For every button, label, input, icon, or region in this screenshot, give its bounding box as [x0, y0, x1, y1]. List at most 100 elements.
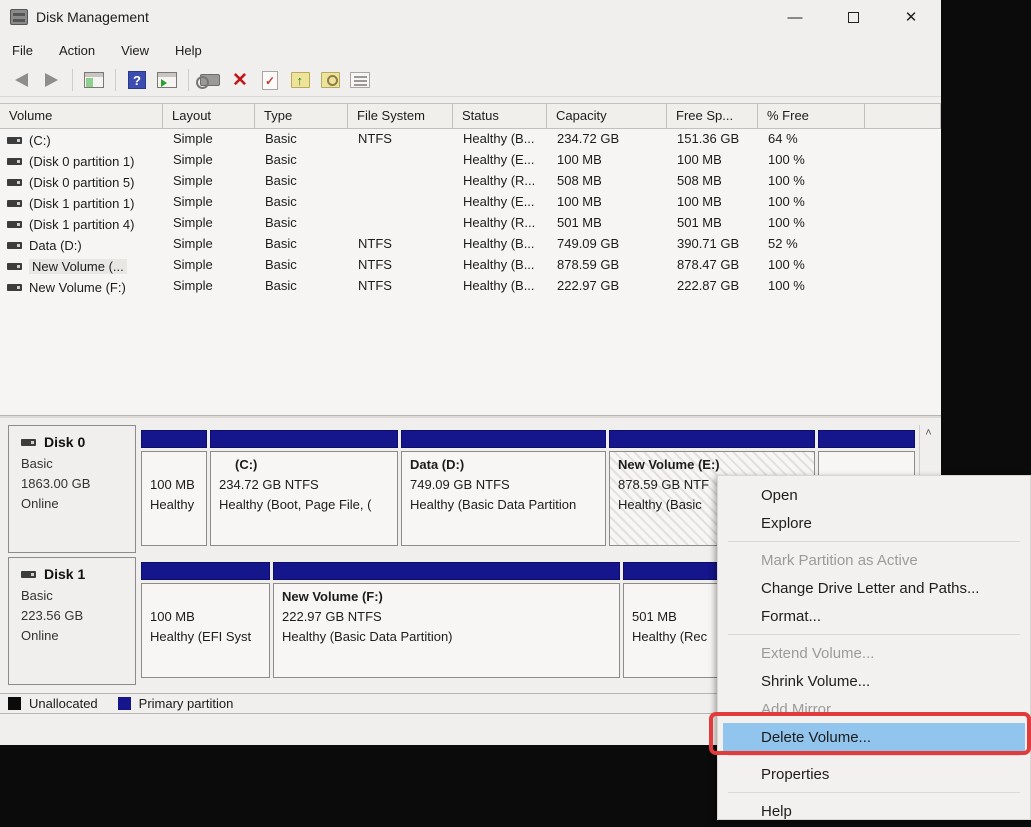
col-type[interactable]: Type — [255, 104, 348, 128]
action-pane-icon[interactable] — [155, 69, 179, 91]
volume-icon — [7, 221, 22, 228]
menu-help[interactable]: Help — [175, 40, 214, 64]
volume-name: New Volume (... — [29, 259, 127, 274]
disk0-label[interactable]: Disk 0 Basic 1863.00 GB Online — [8, 425, 136, 553]
disk0-partition-c[interactable]: (C:) 234.72 GB NTFS Healthy (Boot, Page … — [210, 430, 398, 546]
console-tree-icon[interactable] — [82, 69, 106, 91]
disk-status: Online — [21, 626, 135, 646]
volume-name: (Disk 0 partition 5) — [29, 175, 134, 190]
check-document-icon[interactable] — [258, 69, 282, 91]
col-volume[interactable]: Volume — [0, 104, 163, 128]
volume-name: New Volume (F:) — [29, 280, 126, 295]
table-row[interactable]: New Volume (F:) Simple Basic NTFS Health… — [0, 276, 941, 297]
menu-item-open[interactable]: Open — [718, 481, 1030, 509]
menu-separator — [728, 634, 1020, 635]
device-view-icon[interactable] — [198, 69, 222, 91]
menu-action[interactable]: Action — [59, 40, 107, 64]
table-row[interactable]: (Disk 1 partition 4) Simple Basic Health… — [0, 213, 941, 234]
table-row-selected[interactable]: New Volume (... Simple Basic NTFS Health… — [0, 255, 941, 276]
table-row[interactable]: Data (D:) Simple Basic NTFS Healthy (B..… — [0, 234, 941, 255]
disk-type: Basic — [21, 454, 135, 474]
maximize-button[interactable] — [830, 0, 876, 34]
disk-icon — [21, 571, 36, 578]
partition-color-bar — [818, 430, 915, 448]
volume-icon — [7, 200, 22, 207]
volume-name: (Disk 1 partition 1) — [29, 196, 134, 211]
volume-name: Data (D:) — [29, 238, 82, 253]
toolbar-separator — [72, 69, 73, 91]
menu-bar: File Action View Help — [0, 40, 941, 64]
menu-separator — [728, 792, 1020, 793]
menu-item-extend-volume: Extend Volume... — [718, 639, 1030, 667]
disk0-partition-1[interactable]: 100 MB Healthy — [141, 430, 207, 546]
partition-color-bar — [401, 430, 606, 448]
menu-item-shrink-volume[interactable]: Shrink Volume... — [718, 667, 1030, 695]
col-pct-free[interactable]: % Free — [758, 104, 865, 128]
disk-icon — [21, 439, 36, 446]
toolbar-separator — [115, 69, 116, 91]
primary-partition-label: Primary partition — [139, 696, 234, 711]
back-icon[interactable] — [9, 69, 33, 91]
col-filler — [865, 104, 941, 128]
delete-icon[interactable]: ✕ — [228, 69, 252, 91]
table-row[interactable]: (Disk 1 partition 1) Simple Basic Health… — [0, 192, 941, 213]
col-capacity[interactable]: Capacity — [547, 104, 667, 128]
menu-item-help[interactable]: Help — [718, 797, 1030, 825]
table-row[interactable]: (Disk 0 partition 5) Simple Basic Health… — [0, 171, 941, 192]
menu-item-change-drive-letter[interactable]: Change Drive Letter and Paths... — [718, 574, 1030, 602]
disk-size: 1863.00 GB — [21, 474, 135, 494]
maximize-icon — [848, 12, 859, 23]
menu-separator — [728, 541, 1020, 542]
volume-name: (Disk 0 partition 1) — [29, 154, 134, 169]
minimize-icon: — — [788, 9, 803, 26]
volume-icon — [7, 137, 22, 144]
menu-item-properties[interactable]: Properties — [718, 760, 1030, 788]
partition-color-bar — [141, 430, 207, 448]
unallocated-swatch — [8, 697, 21, 710]
col-layout[interactable]: Layout — [163, 104, 255, 128]
disk1-label[interactable]: Disk 1 Basic 223.56 GB Online — [8, 557, 136, 685]
col-status[interactable]: Status — [453, 104, 547, 128]
primary-partition-swatch — [118, 697, 131, 710]
close-icon: ✕ — [905, 8, 918, 26]
disk-name: Disk 1 — [44, 566, 85, 582]
menu-item-explore[interactable]: Explore — [718, 509, 1030, 537]
volume-icon — [7, 158, 22, 165]
partition-color-bar — [210, 430, 398, 448]
title-bar: Disk Management — ✕ — [0, 0, 941, 36]
partition-color-bar — [141, 562, 270, 580]
menu-file[interactable]: File — [12, 40, 45, 64]
disk-name: Disk 0 — [44, 434, 85, 450]
forward-icon[interactable] — [39, 69, 63, 91]
volume-list: Volume Layout Type File System Status Ca… — [0, 103, 941, 415]
disk-management-app-icon — [10, 9, 28, 25]
folder-up-icon[interactable] — [288, 69, 312, 91]
volume-icon — [7, 284, 22, 291]
disk0-partition-data[interactable]: Data (D:) 749.09 GB NTFS Healthy (Basic … — [401, 430, 606, 546]
col-free-space[interactable]: Free Sp... — [667, 104, 758, 128]
menu-item-delete-volume[interactable]: Delete Volume... — [723, 723, 1025, 751]
partition-context-menu: Open Explore Mark Partition as Active Ch… — [717, 475, 1031, 820]
volume-icon — [7, 263, 22, 270]
menu-view[interactable]: View — [121, 40, 161, 64]
disk1-partition-1[interactable]: 100 MB Healthy (EFI Syst — [141, 562, 270, 678]
folder-search-icon[interactable] — [318, 69, 342, 91]
scroll-up-icon[interactable]: ˄ — [920, 425, 937, 441]
minimize-button[interactable]: — — [772, 0, 818, 34]
help-icon[interactable]: ? — [125, 69, 149, 91]
col-file-system[interactable]: File System — [348, 104, 453, 128]
table-row[interactable]: (C:) Simple Basic NTFS Healthy (B... 234… — [0, 129, 941, 150]
close-button[interactable]: ✕ — [888, 0, 934, 34]
menu-item-format[interactable]: Format... — [718, 602, 1030, 630]
partition-color-bar — [609, 430, 815, 448]
volume-name: (C:) — [29, 133, 51, 148]
toolbar-separator — [188, 69, 189, 91]
toolbar: ? ✕ — [0, 64, 941, 97]
volume-list-header: Volume Layout Type File System Status Ca… — [0, 104, 941, 129]
unallocated-label: Unallocated — [29, 696, 98, 711]
list-view-icon[interactable] — [348, 69, 372, 91]
disk1-partition-f[interactable]: New Volume (F:) 222.97 GB NTFS Healthy (… — [273, 562, 620, 678]
disk-type: Basic — [21, 586, 135, 606]
table-row[interactable]: (Disk 0 partition 1) Simple Basic Health… — [0, 150, 941, 171]
volume-icon — [7, 179, 22, 186]
